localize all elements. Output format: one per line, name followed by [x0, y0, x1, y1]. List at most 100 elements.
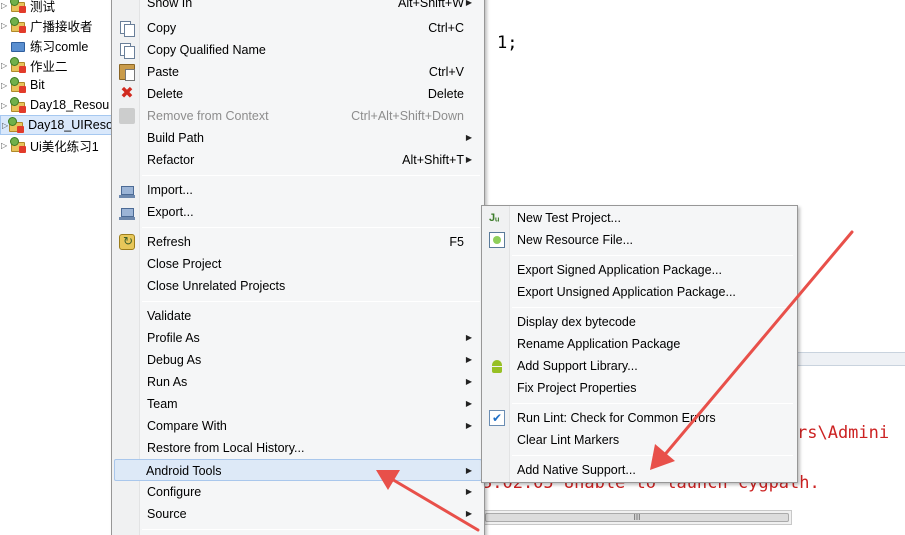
- menu-item-clear-lint-markers[interactable]: Clear Lint Markers: [484, 429, 795, 451]
- menu-item-profile-as[interactable]: Profile As ▶: [114, 327, 482, 349]
- tree-item-label: 练习comle: [30, 39, 89, 54]
- menu-item-shortcut: Delete: [427, 87, 464, 101]
- menu-item-build-path[interactable]: Build Path ▶: [114, 127, 482, 149]
- menu-item-delete[interactable]: ✖ Delete Delete: [114, 83, 482, 105]
- submenu-arrow-icon: ▶: [465, 133, 472, 142]
- menu-item-label: Close Project: [147, 257, 222, 271]
- menu-item-label: Validate: [147, 309, 192, 323]
- android-project-icon: [10, 137, 26, 153]
- menu-item-add-support-library[interactable]: Add Support Library...: [484, 355, 795, 377]
- tree-item-label: Day18_Resou: [30, 98, 110, 112]
- menu-item-shortcut: Ctrl+Alt+Shift+Down: [351, 109, 464, 123]
- submenu-arrow-icon: ▶: [465, 333, 472, 342]
- menu-item-copy[interactable]: Copy Ctrl+C: [114, 17, 482, 39]
- menu-item-label: Android Tools: [146, 464, 222, 478]
- submenu-arrow-icon: ▶: [465, 487, 472, 496]
- expand-arrow-icon[interactable]: ▷: [1, 0, 10, 15]
- copy-qualified-icon: [119, 42, 135, 59]
- expand-arrow-icon[interactable]: ▷: [1, 135, 10, 155]
- menu-item-label: Display dex bytecode: [517, 315, 636, 329]
- menu-item-remove-from-context: Remove from Context Ctrl+Alt+Shift+Down: [114, 105, 482, 127]
- menu-item-refactor[interactable]: Refactor Alt+Shift+T ▶: [114, 149, 482, 171]
- tree-item-project[interactable]: ▷ Day18_Resou: [0, 95, 112, 115]
- menu-item-configure[interactable]: Configure ▶: [114, 481, 482, 503]
- submenu-arrow-icon: ▶: [465, 509, 472, 518]
- menu-item-new-resource-file[interactable]: New Resource File...: [484, 229, 795, 251]
- menu-item-show-in[interactable]: Show In Alt+Shift+W ▶: [114, 0, 482, 14]
- menu-item-label: Paste: [147, 65, 179, 79]
- menu-item-copy-qualified-name[interactable]: Copy Qualified Name: [114, 39, 482, 61]
- menu-item-export-signed[interactable]: Export Signed Application Package...: [484, 259, 795, 281]
- menu-item-label: Refactor: [147, 153, 195, 167]
- submenu-arrow-icon: ▶: [465, 355, 472, 364]
- menu-item-label: Team: [147, 397, 178, 411]
- tree-item-project-selected[interactable]: ▷ Day18_UIReso: [0, 115, 112, 135]
- expand-arrow-icon[interactable]: ▷: [1, 15, 10, 35]
- menu-item-import[interactable]: Import...: [114, 179, 482, 201]
- menu-item-close-unrelated-projects[interactable]: Close Unrelated Projects: [114, 275, 482, 297]
- menu-item-restore-local-history[interactable]: Restore from Local History...: [114, 437, 482, 459]
- menu-item-label: Run As: [147, 375, 188, 389]
- tree-item-project[interactable]: 练习comle: [0, 35, 112, 55]
- tree-item-project[interactable]: ▷ Ui美化练习1: [0, 135, 112, 155]
- menu-item-team[interactable]: Team ▶: [114, 393, 482, 415]
- submenu-arrow-icon: ▶: [465, 377, 472, 386]
- menu-item-display-dex[interactable]: Display dex bytecode: [484, 311, 795, 333]
- menu-item-label: New Test Project...: [517, 211, 621, 225]
- tree-item-project[interactable]: ▷ 作业二: [0, 55, 112, 75]
- menu-item-shortcut: Ctrl+C: [428, 21, 464, 35]
- menu-item-label: Source: [147, 507, 187, 521]
- tree-item-label: 作业二: [30, 59, 68, 74]
- menu-item-label: Export Signed Application Package...: [517, 263, 722, 277]
- import-icon: [119, 182, 135, 198]
- menu-item-fix-project-properties[interactable]: Fix Project Properties: [484, 377, 795, 399]
- menu-item-compare-with[interactable]: Compare With ▶: [114, 415, 482, 437]
- submenu-arrow-icon: ▶: [465, 0, 472, 7]
- menu-item-label: Add Support Library...: [517, 359, 638, 373]
- tree-item-project[interactable]: ▷ Bit: [0, 75, 112, 95]
- menu-item-rename-package[interactable]: Rename Application Package: [484, 333, 795, 355]
- menu-item-run-lint[interactable]: ✔ Run Lint: Check for Common Errors: [484, 407, 795, 429]
- tree-item-project[interactable]: ▷ 测试: [0, 0, 112, 15]
- menu-item-label: Show In: [147, 0, 193, 10]
- menu-item-label: Copy Qualified Name: [147, 43, 266, 57]
- menu-item-label: Delete: [147, 87, 184, 101]
- menu-item-add-native-support[interactable]: Add Native Support...: [484, 459, 795, 481]
- menu-item-debug-as[interactable]: Debug As ▶: [114, 349, 482, 371]
- menu-item-label: Copy: [147, 21, 177, 35]
- menu-item-close-project[interactable]: Close Project: [114, 253, 482, 275]
- submenu-arrow-icon: ▶: [465, 421, 472, 430]
- eclipse-workbench: 1; rs\Admini 3.02.05 Unable to launch cy…: [0, 0, 905, 535]
- menu-item-label: Fix Project Properties: [517, 381, 637, 395]
- menu-item-android-tools[interactable]: Android Tools ▶: [114, 459, 482, 481]
- menu-item-refresh[interactable]: Refresh F5: [114, 231, 482, 253]
- expand-arrow-icon[interactable]: ▷: [1, 75, 10, 95]
- scrollbar-thumb[interactable]: III: [485, 513, 789, 522]
- menu-item-label: Close Unrelated Projects: [147, 279, 286, 293]
- menu-separator: [142, 175, 480, 176]
- expand-arrow-icon[interactable]: ▷: [1, 95, 10, 115]
- menu-item-label: Configure: [147, 485, 202, 499]
- paste-icon: [119, 64, 135, 81]
- menu-item-new-test-project[interactable]: Jᵤ New Test Project...: [484, 207, 795, 229]
- menu-item-label: Add Native Support...: [517, 463, 636, 477]
- android-icon: [489, 358, 505, 374]
- android-tools-submenu: Jᵤ New Test Project... New Resource File…: [481, 205, 798, 483]
- menu-item-export[interactable]: Export...: [114, 201, 482, 223]
- menu-item-source[interactable]: Source ▶: [114, 503, 482, 525]
- menu-item-run-as[interactable]: Run As ▶: [114, 371, 482, 393]
- console-horizontal-scrollbar[interactable]: III: [482, 510, 792, 525]
- menu-item-label: Import...: [147, 183, 193, 197]
- editor-console-sash[interactable]: [796, 352, 905, 366]
- menu-item-export-unsigned[interactable]: Export Unsigned Application Package...: [484, 281, 795, 303]
- android-project-icon: [10, 17, 26, 33]
- tree-item-label: Bit: [30, 78, 45, 92]
- tree-item-label: Day18_UIReso: [28, 118, 112, 132]
- tree-item-project[interactable]: ▷ 广播接收者: [0, 15, 112, 35]
- menu-item-label: Remove from Context: [147, 109, 269, 123]
- remove-context-icon: [119, 108, 135, 124]
- menu-item-paste[interactable]: Paste Ctrl+V: [114, 61, 482, 83]
- menu-item-validate[interactable]: Validate: [114, 305, 482, 327]
- project-context-menu: Show In Alt+Shift+W ▶ Copy Ctrl+C Copy Q…: [111, 0, 485, 535]
- expand-arrow-icon[interactable]: ▷: [1, 55, 10, 75]
